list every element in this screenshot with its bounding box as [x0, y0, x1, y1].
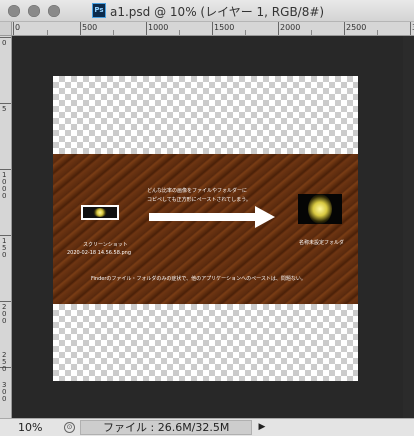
ruler-label: 1 5 0	[2, 237, 7, 259]
ruler-label: 0	[15, 23, 21, 32]
sparkle-image	[93, 208, 107, 217]
folder-caption: 名称未設定フォルダ	[299, 240, 345, 246]
ruler-label: 1 0 0 0	[2, 171, 7, 200]
ruler-label: 2000	[280, 23, 301, 32]
window-title: a1.psd @ 10% (レイヤー 1, RGB/8#)	[110, 5, 325, 19]
maximize-button[interactable]	[48, 5, 60, 17]
ruler-origin[interactable]	[0, 22, 12, 36]
ruler-label: 5	[2, 105, 7, 113]
band-text-line1: どんな比率の画像をファイルやフォルダーに	[147, 188, 248, 194]
ruler-label: 1500	[214, 23, 235, 32]
screenshot-thumbnail	[81, 205, 119, 220]
ruler-label: 2 5 0	[2, 351, 7, 373]
psd-file-icon: Ps	[92, 3, 106, 18]
file-info: ファイル : 26.6M/32.5M	[80, 420, 252, 435]
ruler-label: 2500	[346, 23, 367, 32]
share-icon[interactable]: ⊙	[64, 422, 75, 433]
vertical-ruler[interactable]: 0 5 1 0 0 0 1 5 0 2 0 0 2 5 0 3 0 0	[0, 22, 12, 418]
ruler-label: 0	[2, 39, 7, 47]
title-bar: Ps a1.psd @ 10% (レイヤー 1, RGB/8#)	[0, 0, 414, 22]
ruler-label: 2 0 0	[2, 303, 7, 325]
ruler-label: 3 0 0	[2, 381, 7, 403]
arrow-right-icon	[149, 206, 275, 228]
band-text-line2: コピペしても正方形にペーストされてしまう。	[147, 197, 251, 203]
sparkle-image	[308, 194, 332, 224]
document-canvas[interactable]: スクリーンショット 2020-02-18 14.56.58.png どんな比率の…	[53, 76, 358, 381]
canvas-area[interactable]: スクリーンショット 2020-02-18 14.56.58.png どんな比率の…	[12, 36, 414, 418]
thumb-caption-line2: 2020-02-18 14.56.58.png	[67, 250, 132, 256]
vertical-scrollbar[interactable]	[403, 36, 414, 418]
close-button[interactable]	[8, 5, 20, 17]
folder-preview-image	[298, 194, 342, 224]
wood-band-image: スクリーンショット 2020-02-18 14.56.58.png どんな比率の…	[53, 154, 358, 304]
horizontal-ruler[interactable]: 0 500 1000 1500 2000 2500 3000	[12, 22, 414, 36]
status-bar: 10% ⊙ ファイル : 26.6M/32.5M ▶	[0, 418, 414, 436]
status-menu-arrow-icon[interactable]: ▶	[255, 420, 269, 435]
zoom-level[interactable]: 10%	[18, 421, 42, 434]
ruler-label: 500	[82, 23, 98, 32]
ruler-label: 1000	[148, 23, 169, 32]
bottom-note-text: Finderのファイル・フォルダのみの症状で、他のアプリケーションへのペーストは…	[91, 276, 306, 282]
thumb-caption-line1: スクリーンショット	[83, 242, 128, 248]
minimize-button[interactable]	[28, 5, 40, 17]
